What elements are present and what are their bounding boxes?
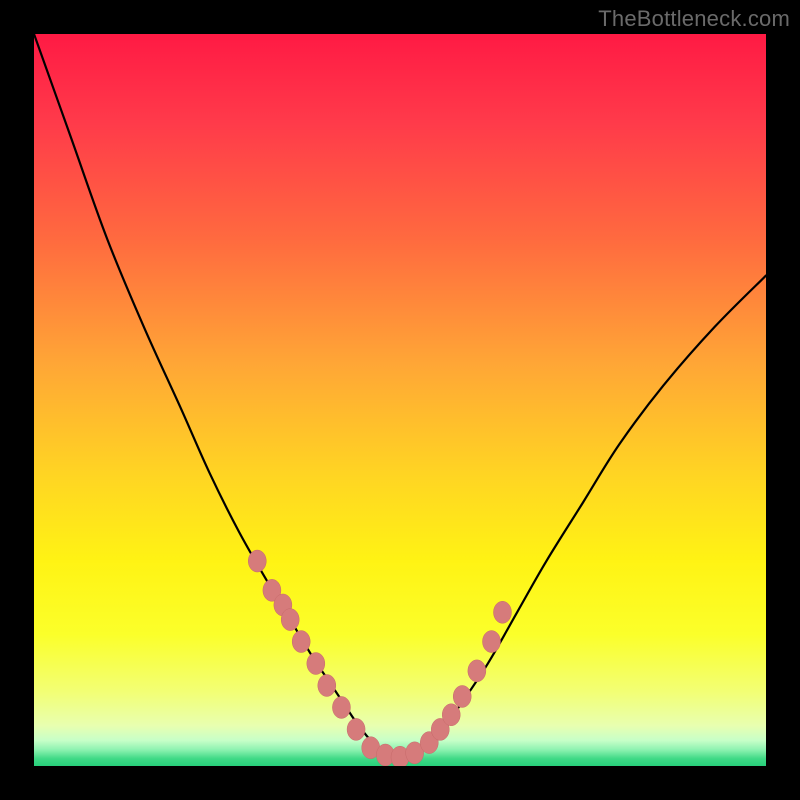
curve-marker bbox=[307, 653, 325, 675]
chart-frame bbox=[34, 34, 766, 766]
curve-marker bbox=[318, 674, 336, 696]
curve-marker bbox=[442, 704, 460, 726]
curve-marker bbox=[468, 660, 486, 682]
bottleneck-curve bbox=[34, 34, 766, 757]
curve-marker bbox=[248, 550, 266, 572]
curve-markers bbox=[248, 550, 511, 766]
curve-marker bbox=[292, 631, 310, 653]
curve-marker bbox=[332, 696, 350, 718]
chart-svg bbox=[34, 34, 766, 766]
watermark-text: TheBottleneck.com bbox=[598, 6, 790, 32]
curve-marker bbox=[493, 601, 511, 623]
curve-marker bbox=[453, 685, 471, 707]
curve-marker bbox=[281, 609, 299, 631]
curve-marker bbox=[483, 631, 501, 653]
curve-marker bbox=[347, 718, 365, 740]
